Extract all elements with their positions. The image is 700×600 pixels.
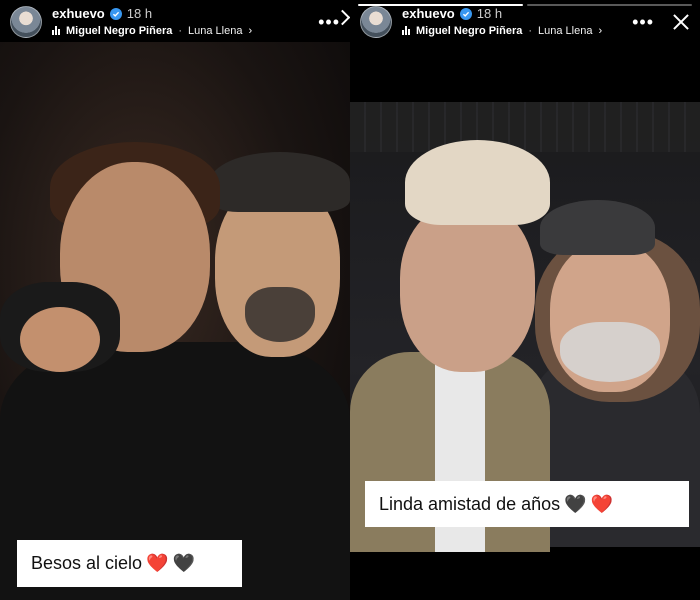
music-song: Luna Llena [538,24,593,37]
story-meta: exhuevo 18 h Miguel Negro Piñera · Luna … [52,6,252,37]
username[interactable]: exhuevo [402,6,455,21]
caption-text: Besos al cielo [31,553,143,573]
red-heart-emoji: ❤️ [590,493,613,514]
red-heart-emoji: ❤️ [146,553,169,573]
music-artist: Miguel Negro Piñera [66,24,173,37]
story-meta: exhuevo 18 h Miguel Negro Piñera · Luna … [402,6,602,37]
chevron-right-icon: › [248,24,253,37]
story-panel-right[interactable]: exhuevo 18 h Miguel Negro Piñera · Luna … [350,0,700,600]
music-song: Luna Llena [188,24,243,37]
story-caption: Besos al cielo ❤️ 🖤 [17,540,242,587]
music-artist: Miguel Negro Piñera [416,24,523,37]
story-caption: Linda amistad de años 🖤 ❤️ [365,481,689,527]
chevron-right-icon: › [598,24,603,37]
post-time: 18 h [126,6,153,22]
black-heart-emoji: 🖤 [172,553,195,573]
separator: · [178,24,183,37]
black-heart-emoji: 🖤 [564,493,587,514]
music-bars-icon [402,26,410,36]
post-time: 18 h [476,6,503,22]
music-bars-icon [52,26,60,36]
verified-badge-icon [109,8,122,21]
close-icon[interactable] [672,13,690,31]
story-photo-right [350,102,700,552]
verified-badge-icon [459,8,472,21]
story-header: exhuevo 18 h Miguel Negro Piñera · Luna … [360,5,690,39]
story-panel-left[interactable]: exhuevo 18 h Miguel Negro Piñera · Luna … [0,0,350,600]
separator: · [528,24,533,37]
story-photo-left [0,42,350,600]
caption-text: Linda amistad de años [379,493,561,514]
avatar[interactable] [10,6,42,38]
username[interactable]: exhuevo [52,6,105,21]
story-header: exhuevo 18 h Miguel Negro Piñera · Luna … [10,5,340,39]
avatar[interactable] [360,6,392,38]
music-info[interactable]: Miguel Negro Piñera · Luna Llena › [52,25,252,37]
music-info[interactable]: Miguel Negro Piñera · Luna Llena › [402,25,602,37]
more-options-icon[interactable]: ••• [632,12,654,33]
